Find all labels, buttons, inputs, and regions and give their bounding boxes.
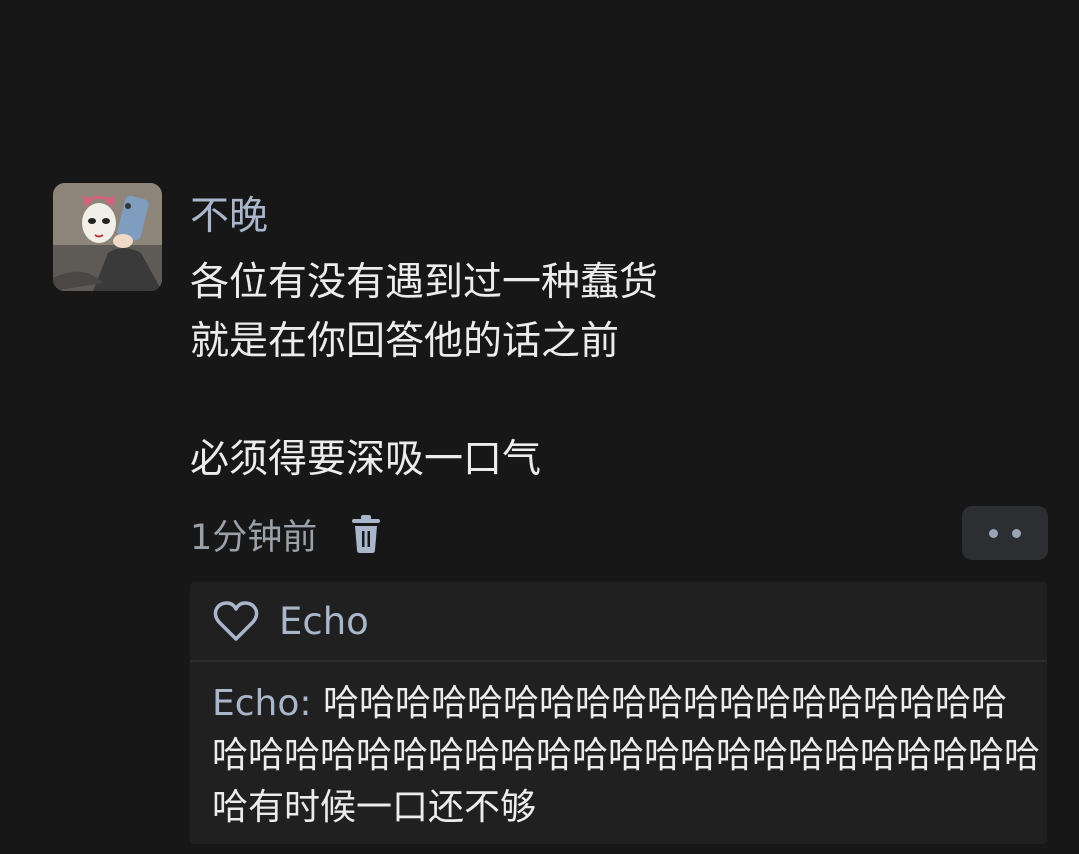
post-line: 必须得要深吸一口气 [190,437,542,482]
likes-row: Echo [190,582,1047,662]
reply-author[interactable]: Echo: [212,683,312,724]
more-dots-icon [1012,528,1021,538]
post-meta: 1分钟前 [190,510,381,558]
reply-body: 哈哈哈哈哈哈哈哈哈哈哈哈哈哈哈哈哈哈哈哈哈哈哈哈哈哈哈哈哈哈哈哈哈哈哈哈哈哈哈哈… [212,683,1041,828]
post-line: 就是在你回答他的话之前 [190,319,620,364]
post-timestamp: 1分钟前 [190,517,318,558]
user-avatar[interactable] [53,183,162,291]
heart-icon[interactable] [213,600,259,642]
more-dots-icon [989,528,998,538]
interaction-panel: Echo Echo: 哈哈哈哈哈哈哈哈哈哈哈哈哈哈哈哈哈哈哈哈哈哈哈哈哈哈哈哈哈… [190,582,1047,844]
more-options-button[interactable] [962,506,1048,560]
post-content: 各位有没有遇到过一种蠢货 就是在你回答他的话之前 必须得要深吸一口气 [190,253,950,489]
post-line: 各位有没有遇到过一种蠢货 [190,260,659,305]
post-line-blank [190,371,950,430]
reply-comment: Echo: 哈哈哈哈哈哈哈哈哈哈哈哈哈哈哈哈哈哈哈哈哈哈哈哈哈哈哈哈哈哈哈哈哈哈… [212,678,1042,834]
avatar-illustration [53,183,162,291]
trash-icon[interactable] [351,514,381,554]
liker-name[interactable]: Echo [279,600,369,643]
post-username[interactable]: 不晚 [190,192,268,242]
